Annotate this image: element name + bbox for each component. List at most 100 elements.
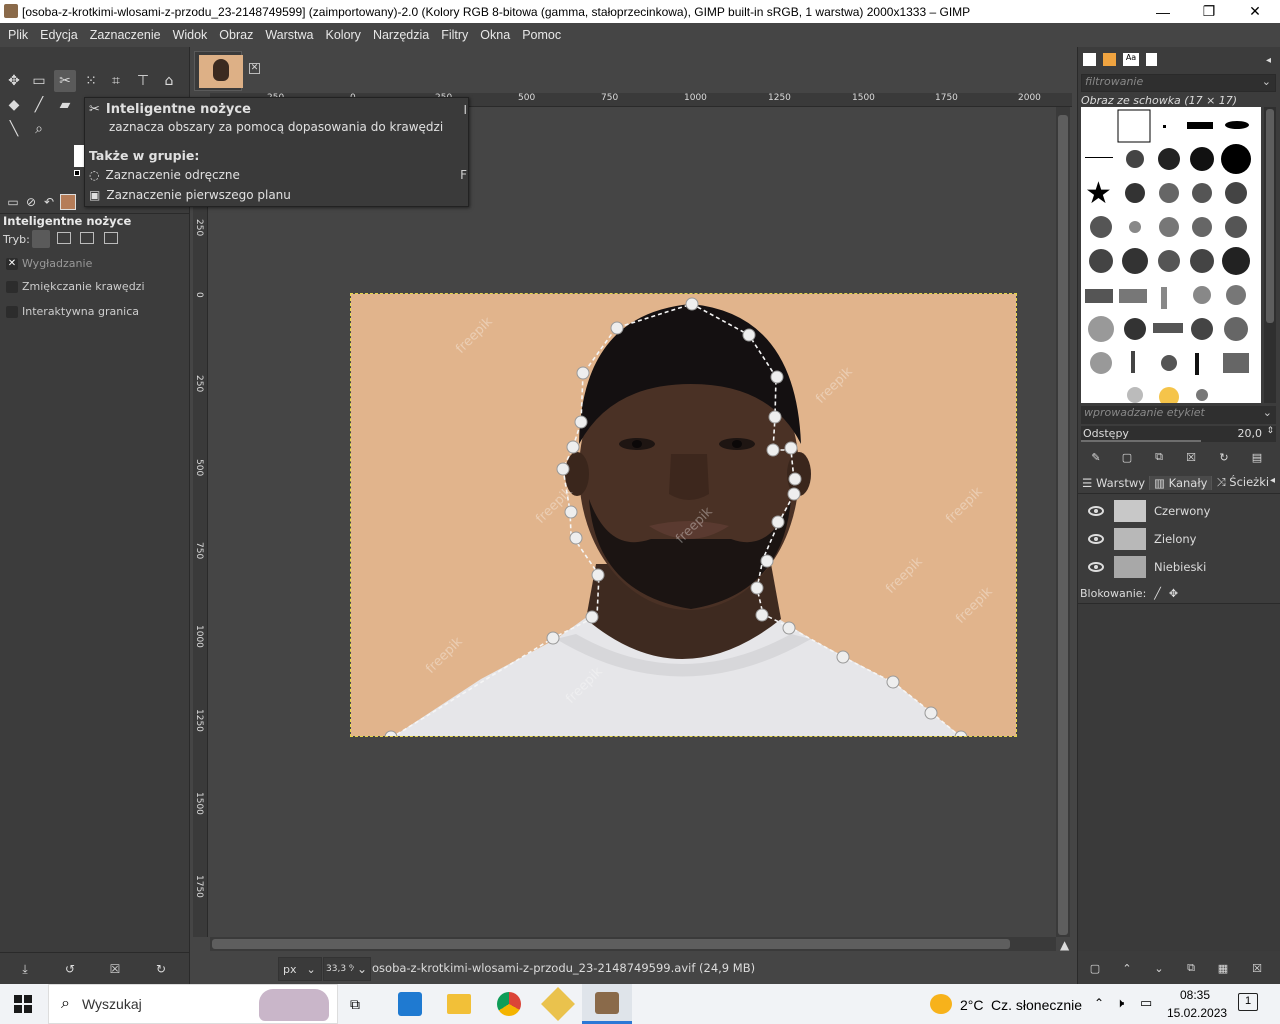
- option-feather[interactable]: Zmiękczanie krawędzi: [6, 280, 145, 293]
- color-picker-tool-icon[interactable]: ╲: [3, 118, 25, 140]
- horizontal-scrollbar-thumb[interactable]: [212, 939, 1010, 949]
- bucket-fill-tool-icon[interactable]: ◆: [3, 94, 25, 116]
- unit-select[interactable]: px ⌄: [278, 957, 322, 981]
- lock-pixels-icon[interactable]: ╱: [1154, 587, 1161, 600]
- delete-brush-icon[interactable]: ☒: [1180, 446, 1202, 468]
- brush-filter-input[interactable]: filtrowanie ⌄: [1081, 74, 1276, 92]
- menu-obraz[interactable]: Obraz: [213, 28, 259, 42]
- save-options-icon[interactable]: ⤓: [14, 958, 36, 980]
- dock-menu-icon[interactable]: ◂: [1270, 475, 1275, 486]
- network-icon[interactable]: ▭: [1140, 995, 1152, 1011]
- fuzzy-select-tool-icon[interactable]: ⁙: [80, 70, 102, 92]
- image-tab[interactable]: [194, 51, 243, 91]
- clock-date[interactable]: 15.02.2023: [1167, 1006, 1227, 1020]
- menu-edycja[interactable]: Edycja: [34, 28, 84, 42]
- close-button[interactable]: ✕: [1232, 0, 1278, 23]
- horizontal-scrollbar[interactable]: [210, 937, 1056, 951]
- option-antialias[interactable]: ✕ Wygładzanie: [6, 257, 92, 270]
- undo-history-tab-icon[interactable]: ↶: [38, 191, 60, 213]
- crop-tool-icon[interactable]: ⌗: [105, 70, 127, 92]
- duplicate-channel-icon[interactable]: ⧉: [1180, 957, 1202, 979]
- zoom-tool-icon[interactable]: ⌕: [28, 118, 50, 140]
- fonts-tab-icon[interactable]: Aa: [1123, 53, 1139, 66]
- channel-row-red[interactable]: Czerwony: [1078, 497, 1280, 525]
- spinner-arrows-icon[interactable]: ⇕: [1266, 426, 1274, 436]
- channel-row-blue[interactable]: Niebieski: [1078, 553, 1280, 581]
- patterns-tab-icon[interactable]: [1103, 53, 1116, 66]
- task-view-icon[interactable]: ⧉: [350, 996, 360, 1013]
- clock-time[interactable]: 08:35: [1180, 988, 1210, 1002]
- refresh-brushes-icon[interactable]: ↻: [1213, 446, 1235, 468]
- chevron-down-icon[interactable]: ⌄: [1263, 406, 1272, 419]
- mode-add-icon[interactable]: [57, 232, 71, 244]
- brush-scrollbar-thumb[interactable]: [1266, 109, 1274, 323]
- menu-plik[interactable]: Plik: [2, 28, 34, 42]
- tray-chevron-up-icon[interactable]: ⌃: [1094, 996, 1104, 1010]
- chrome-taskbar-icon[interactable]: [497, 992, 521, 1016]
- raise-channel-icon[interactable]: ⌃: [1116, 957, 1138, 979]
- weather-icon[interactable]: [930, 994, 952, 1014]
- channel-row-green[interactable]: Zielony: [1078, 525, 1280, 553]
- brushes-tab-icon[interactable]: [1083, 53, 1096, 66]
- restore-options-icon[interactable]: ↺: [59, 958, 81, 980]
- weather-text[interactable]: Cz. słonecznie: [991, 997, 1082, 1013]
- edit-brush-icon[interactable]: ✎: [1085, 446, 1107, 468]
- duplicate-brush-icon[interactable]: ⧉: [1148, 446, 1170, 468]
- zoom-select[interactable]: 33,3 % ⌄: [323, 957, 371, 981]
- default-colors-icon[interactable]: [74, 170, 80, 176]
- file-explorer-taskbar-icon[interactable]: [447, 994, 471, 1014]
- menu-widok[interactable]: Widok: [167, 28, 214, 42]
- reset-options-icon[interactable]: ↻: [150, 958, 172, 980]
- new-brush-icon[interactable]: ▢: [1116, 446, 1138, 468]
- paintbrush-tool-icon[interactable]: ╱: [28, 94, 50, 116]
- image-canvas[interactable]: freepik freepik freepik freepik freepik freep…: [350, 293, 1017, 737]
- eye-icon[interactable]: [1088, 506, 1104, 516]
- mode-subtract-icon[interactable]: [80, 232, 94, 244]
- spacing-spinner[interactable]: Odstępy 20,0 ⇕: [1081, 426, 1276, 442]
- navigate-icon[interactable]: ▲: [1060, 938, 1069, 952]
- new-channel-icon[interactable]: ▢: [1084, 957, 1106, 979]
- chevron-down-icon[interactable]: ⌄: [1262, 75, 1271, 88]
- images-tab-icon[interactable]: [60, 194, 76, 210]
- foreground-color-swatch[interactable]: [74, 145, 84, 167]
- menu-kolory[interactable]: Kolory: [320, 28, 367, 42]
- gimp-taskbar-button[interactable]: [582, 984, 632, 1024]
- menu-zaznaczenie[interactable]: Zaznaczenie: [84, 28, 167, 42]
- tab-layers[interactable]: ☰ Warstwy: [1078, 475, 1151, 490]
- notifications-icon[interactable]: 1: [1238, 993, 1258, 1011]
- checkbox-checked-icon[interactable]: ✕: [6, 257, 18, 270]
- lower-channel-icon[interactable]: ⌄: [1148, 957, 1170, 979]
- eye-icon[interactable]: [1088, 562, 1104, 572]
- scissors-select-tool-icon[interactable]: ✂: [54, 70, 76, 92]
- eye-icon[interactable]: [1088, 534, 1104, 544]
- tab-paths[interactable]: ⤨ Ścieżki: [1212, 475, 1273, 490]
- menu-narzedzia[interactable]: Narzędzia: [367, 28, 435, 42]
- vscode-taskbar-icon[interactable]: [398, 992, 422, 1016]
- menu-warstwa[interactable]: Warstwa: [259, 28, 319, 42]
- vertical-scrollbar-thumb[interactable]: [1058, 115, 1068, 935]
- channel-to-selection-icon[interactable]: ▦: [1212, 957, 1234, 979]
- mode-intersect-icon[interactable]: [104, 232, 118, 244]
- eraser-tool-icon[interactable]: ▰: [54, 94, 76, 116]
- delete-channel-icon[interactable]: ☒: [1246, 957, 1268, 979]
- brush-grid[interactable]: ★: [1081, 107, 1261, 407]
- move-tool-icon[interactable]: ✥: [3, 70, 25, 92]
- menu-pomoc[interactable]: Pomoc: [516, 28, 567, 42]
- checkbox-icon[interactable]: [6, 305, 18, 318]
- warp-tool-icon[interactable]: ⌂: [158, 70, 180, 92]
- menu-okna[interactable]: Okna: [474, 28, 516, 42]
- weather-temp[interactable]: 2°C: [960, 997, 984, 1013]
- option-interactive-boundary[interactable]: Interaktywna granica: [6, 305, 139, 318]
- volume-muted-icon[interactable]: 🕨: [1116, 995, 1124, 1011]
- rect-select-tool-icon[interactable]: ▭: [28, 70, 50, 92]
- transform-tool-icon[interactable]: ⊤: [132, 70, 154, 92]
- brush-scrollbar[interactable]: [1264, 107, 1276, 403]
- delete-options-icon[interactable]: ☒: [104, 958, 126, 980]
- maximize-button[interactable]: ❐: [1186, 0, 1232, 23]
- dock-menu-icon[interactable]: ◂: [1266, 55, 1271, 66]
- checkbox-icon[interactable]: [6, 280, 18, 293]
- documents-tab-icon[interactable]: [1146, 53, 1157, 66]
- open-brush-icon[interactable]: ▤: [1246, 446, 1268, 468]
- lock-position-icon[interactable]: ✥: [1169, 587, 1178, 600]
- minimize-button[interactable]: —: [1140, 0, 1186, 23]
